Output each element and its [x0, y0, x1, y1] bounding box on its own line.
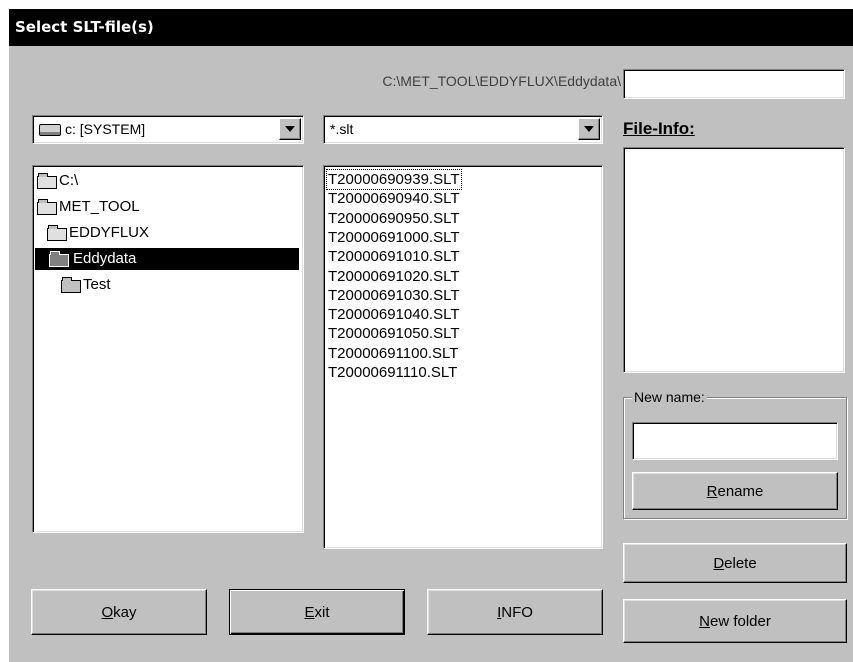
file-list[interactable]: T20000690939.SLT T20000690940.SLT T20000…	[323, 165, 603, 549]
drive-dropdown-arrow-icon[interactable]	[279, 118, 301, 140]
list-item[interactable]: T20000690940.SLT	[328, 189, 460, 208]
list-item[interactable]: T20000691020.SLT	[328, 267, 460, 286]
tree-item-eddydata[interactable]: Eddydata	[35, 248, 299, 270]
filename-input[interactable]	[623, 69, 845, 99]
list-item[interactable]: T20000690950.SLT	[328, 209, 460, 228]
title-bar[interactable]: Select SLT-file(s)	[9, 9, 853, 46]
new-name-group-label: New name:	[632, 388, 707, 406]
new-folder-button[interactable]: New folder	[623, 599, 847, 643]
exit-button[interactable]: Exit	[229, 589, 405, 635]
okay-button[interactable]: Okay	[31, 589, 207, 635]
list-item[interactable]: T20000691010.SLT	[328, 247, 460, 266]
list-item[interactable]: T20000691100.SLT	[328, 344, 458, 363]
file-type-dropdown-arrow-icon[interactable]	[578, 118, 600, 140]
list-item[interactable]: T20000691110.SLT	[328, 363, 457, 382]
tree-item-met-tool[interactable]: MET_TOOL	[37, 196, 140, 218]
folder-open-icon	[37, 199, 57, 215]
folder-open-icon	[47, 225, 67, 241]
new-name-input[interactable]	[632, 422, 838, 460]
info-button[interactable]: I NFO	[427, 589, 603, 635]
drive-icon	[39, 124, 61, 137]
new-name-group: New name: Rename	[623, 388, 847, 519]
list-item[interactable]: T20000691050.SLT	[328, 324, 460, 343]
drive-select[interactable]: c: [SYSTEM]	[32, 115, 304, 144]
tree-item-c-root[interactable]: C:\	[37, 170, 78, 192]
file-info-heading: File-Info:	[623, 119, 695, 138]
drive-select-value: c: [SYSTEM]	[65, 121, 146, 137]
folder-closed-icon	[61, 277, 81, 293]
file-info-panel	[623, 147, 845, 373]
folder-open-icon	[37, 173, 57, 189]
list-item[interactable]: T20000691000.SLT	[328, 228, 460, 247]
list-item[interactable]: T20000691040.SLT	[328, 305, 460, 324]
folder-open-icon	[49, 251, 69, 267]
file-type-select[interactable]: *.slt	[323, 115, 603, 144]
current-path-label: C:\MET_TOOL\EDDYFLUX\Eddydata\	[382, 73, 621, 89]
delete-button[interactable]: Delete	[623, 543, 847, 583]
tree-item-test[interactable]: Test	[61, 274, 111, 296]
file-type-select-value: *.slt	[330, 121, 354, 137]
rename-button[interactable]: Rename	[632, 472, 838, 510]
select-slt-dialog: Select SLT-file(s) C:\MET_TOOL\EDDYFLUX\…	[9, 9, 853, 662]
list-item[interactable]: T20000691030.SLT	[328, 286, 460, 305]
tree-item-eddyflux[interactable]: EDDYFLUX	[47, 222, 149, 244]
directory-tree[interactable]: C:\ MET_TOOL EDDYFLUX Eddydata Test	[32, 165, 304, 533]
list-item[interactable]: T20000690939.SLT	[326, 168, 462, 191]
